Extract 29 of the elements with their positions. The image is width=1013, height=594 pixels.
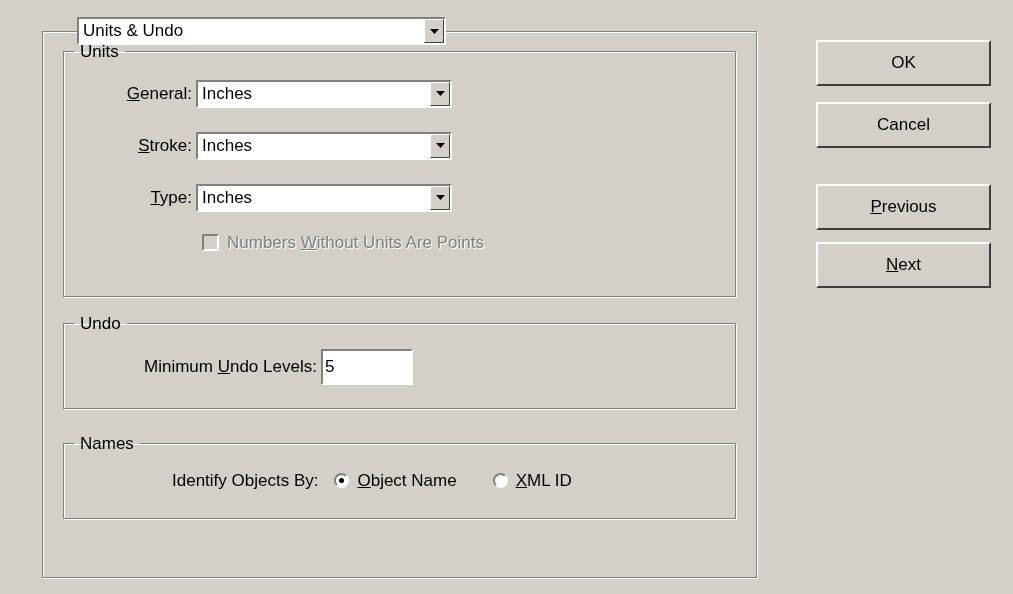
dropdown-arrow-button[interactable] xyxy=(430,185,450,210)
field-label: Identify Objects By: xyxy=(172,469,319,492)
caret-down-icon xyxy=(429,28,439,34)
radio-button[interactable] xyxy=(492,472,508,488)
radio-label: XML ID xyxy=(515,469,572,492)
group-title: Undo xyxy=(79,313,122,335)
radio-label: Object Name xyxy=(357,469,457,492)
caret-down-icon xyxy=(435,143,445,148)
field-label: General: xyxy=(125,82,193,105)
units-dropdown[interactable]: Inches xyxy=(196,131,452,160)
dialog-button[interactable]: Next xyxy=(816,242,991,288)
field-label: Type: xyxy=(149,186,193,209)
dialog-button[interactable]: Previous xyxy=(816,184,991,230)
radio-button[interactable] xyxy=(334,472,350,488)
units-dropdown[interactable]: Inches xyxy=(196,79,452,108)
dropdown-arrow-button[interactable] xyxy=(424,19,444,43)
caret-down-icon xyxy=(435,91,445,96)
units-dropdown[interactable]: Inches xyxy=(196,183,452,212)
field-label: Minimum Undo Levels: xyxy=(144,355,318,378)
dropdown-arrow-button[interactable] xyxy=(430,81,450,106)
panel-dropdown[interactable]: Units & Undo xyxy=(77,17,446,45)
group-title: Names xyxy=(79,433,135,455)
undo-levels-field[interactable]: 5 xyxy=(320,348,413,385)
caret-down-icon xyxy=(435,195,445,200)
dropdown-arrow-button[interactable] xyxy=(430,133,450,158)
dialog-button[interactable]: OK xyxy=(816,40,991,86)
dialog-button[interactable]: Cancel xyxy=(816,102,991,148)
field-label: Stroke: xyxy=(137,134,193,157)
checkbox-label: Numbers Without Units Are Points xyxy=(227,231,484,254)
